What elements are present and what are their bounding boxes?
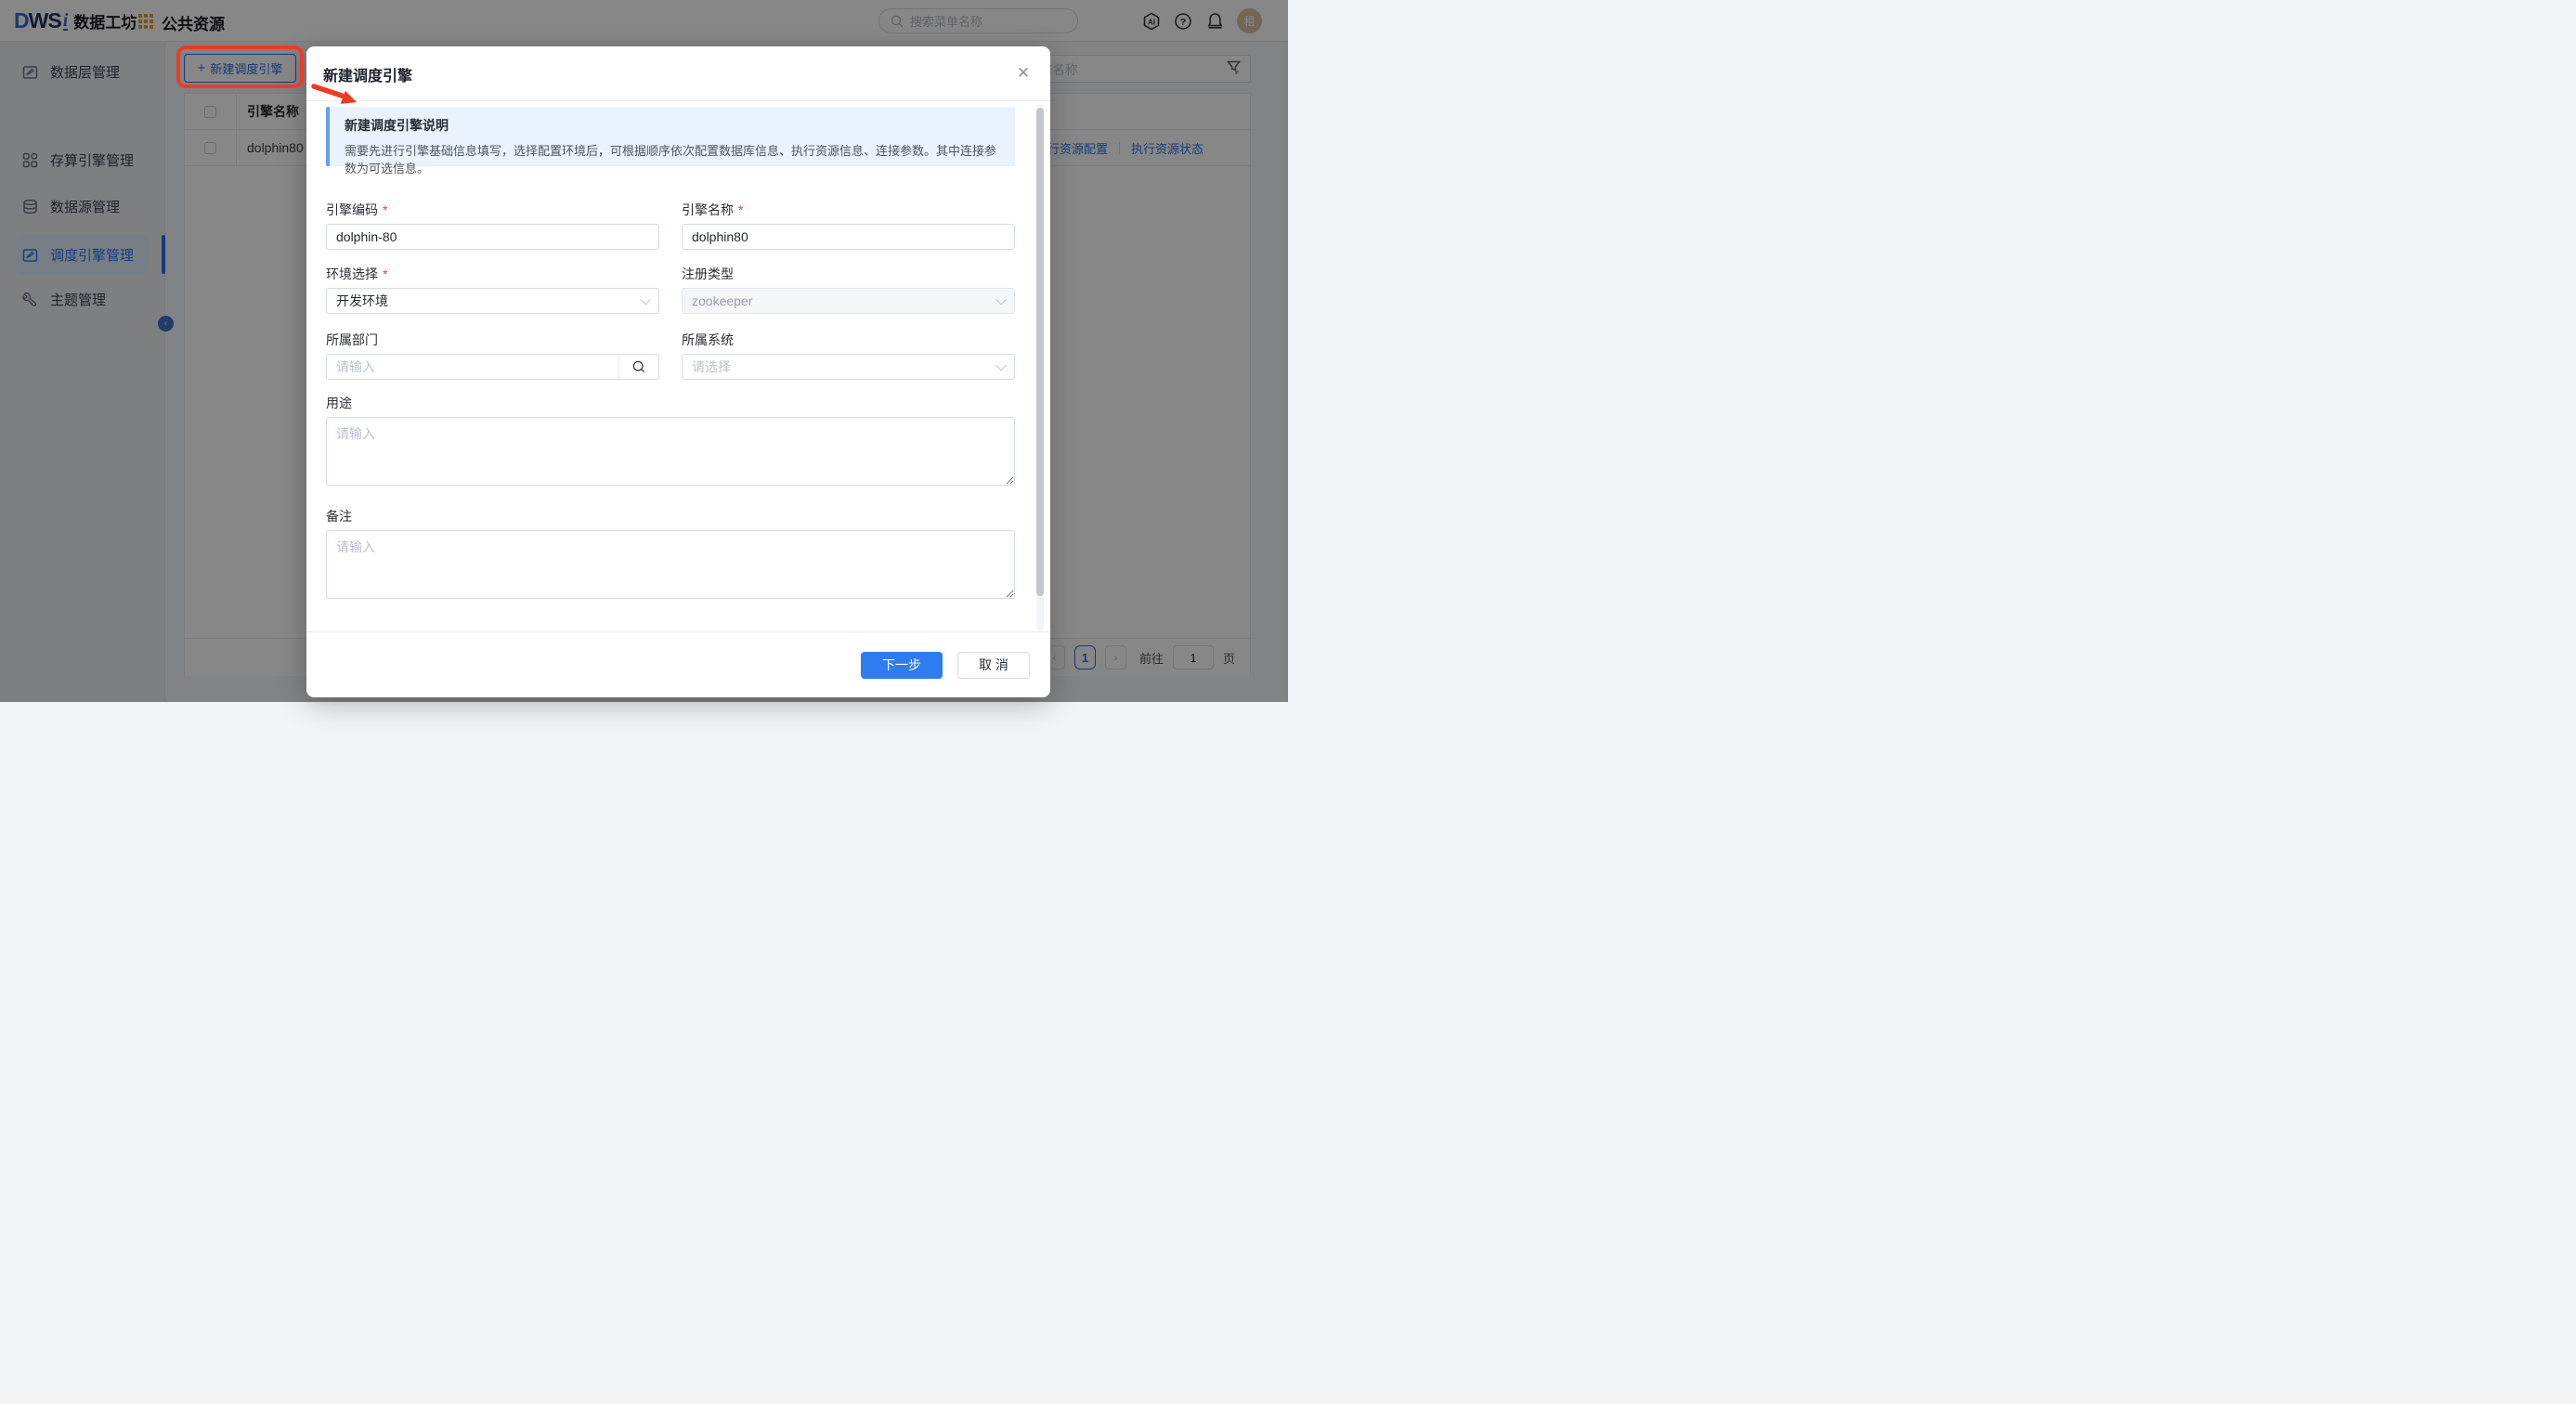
- department-search-button[interactable]: [618, 354, 658, 380]
- cancel-button[interactable]: 取 消: [957, 652, 1030, 679]
- modal-body: 新建调度引擎说明 需要先进行引擎基础信息填写，选择配置环境后，可根据顺序依次配置…: [306, 101, 1050, 604]
- chevron-down-icon: [640, 294, 650, 305]
- engine-code-input[interactable]: [336, 229, 649, 244]
- alert-title: 新建调度引擎说明: [345, 116, 1000, 135]
- department-input[interactable]: [336, 359, 614, 374]
- required-asterisk: *: [738, 202, 743, 217]
- environment-select[interactable]: 开发环境: [326, 288, 659, 314]
- required-asterisk: *: [383, 202, 387, 217]
- chevron-down-icon: [995, 360, 1006, 370]
- search-icon: [632, 360, 645, 373]
- field-usage: 用途: [326, 394, 1015, 490]
- next-step-button[interactable]: 下一步: [861, 652, 943, 679]
- info-alert: 新建调度引擎说明 需要先进行引擎基础信息填写，选择配置环境后，可根据顺序依次配置…: [326, 107, 1015, 166]
- field-register-type: 注册类型 zookeeper: [682, 265, 1015, 314]
- modal-scrollbar-thumb[interactable]: [1036, 108, 1044, 596]
- modal-header: 新建调度引擎 ✕: [306, 46, 1050, 101]
- field-department: 所属部门: [326, 331, 659, 380]
- register-type-select: zookeeper: [682, 288, 1015, 314]
- annotation-highlight-box: [176, 46, 304, 88]
- new-engine-modal: 新建调度引擎 ✕ 新建调度引擎说明 需要先进行引擎基础信息填写，选择配置环境后，…: [306, 46, 1050, 697]
- field-engine-name: 引擎名称*: [682, 201, 1015, 250]
- system-select[interactable]: 请选择: [682, 354, 1015, 380]
- field-system: 所属系统 请选择: [682, 331, 1015, 380]
- field-engine-code: 引擎编码*: [326, 201, 659, 250]
- usage-textarea[interactable]: [326, 417, 1015, 486]
- engine-name-input[interactable]: [692, 229, 1005, 244]
- field-remark: 备注: [326, 507, 1015, 604]
- field-environment: 环境选择* 开发环境: [326, 265, 659, 314]
- close-icon[interactable]: ✕: [1015, 65, 1032, 82]
- remark-textarea[interactable]: [326, 530, 1015, 599]
- required-asterisk: *: [383, 266, 387, 281]
- annotation-arrow: [310, 82, 366, 111]
- modal-footer: 下一步 取 消: [306, 631, 1050, 697]
- chevron-down-icon: [995, 294, 1006, 305]
- alert-body: 需要先进行引擎基础信息填写，选择配置环境后，可根据顺序依次配置数据库信息、执行资…: [345, 141, 1000, 176]
